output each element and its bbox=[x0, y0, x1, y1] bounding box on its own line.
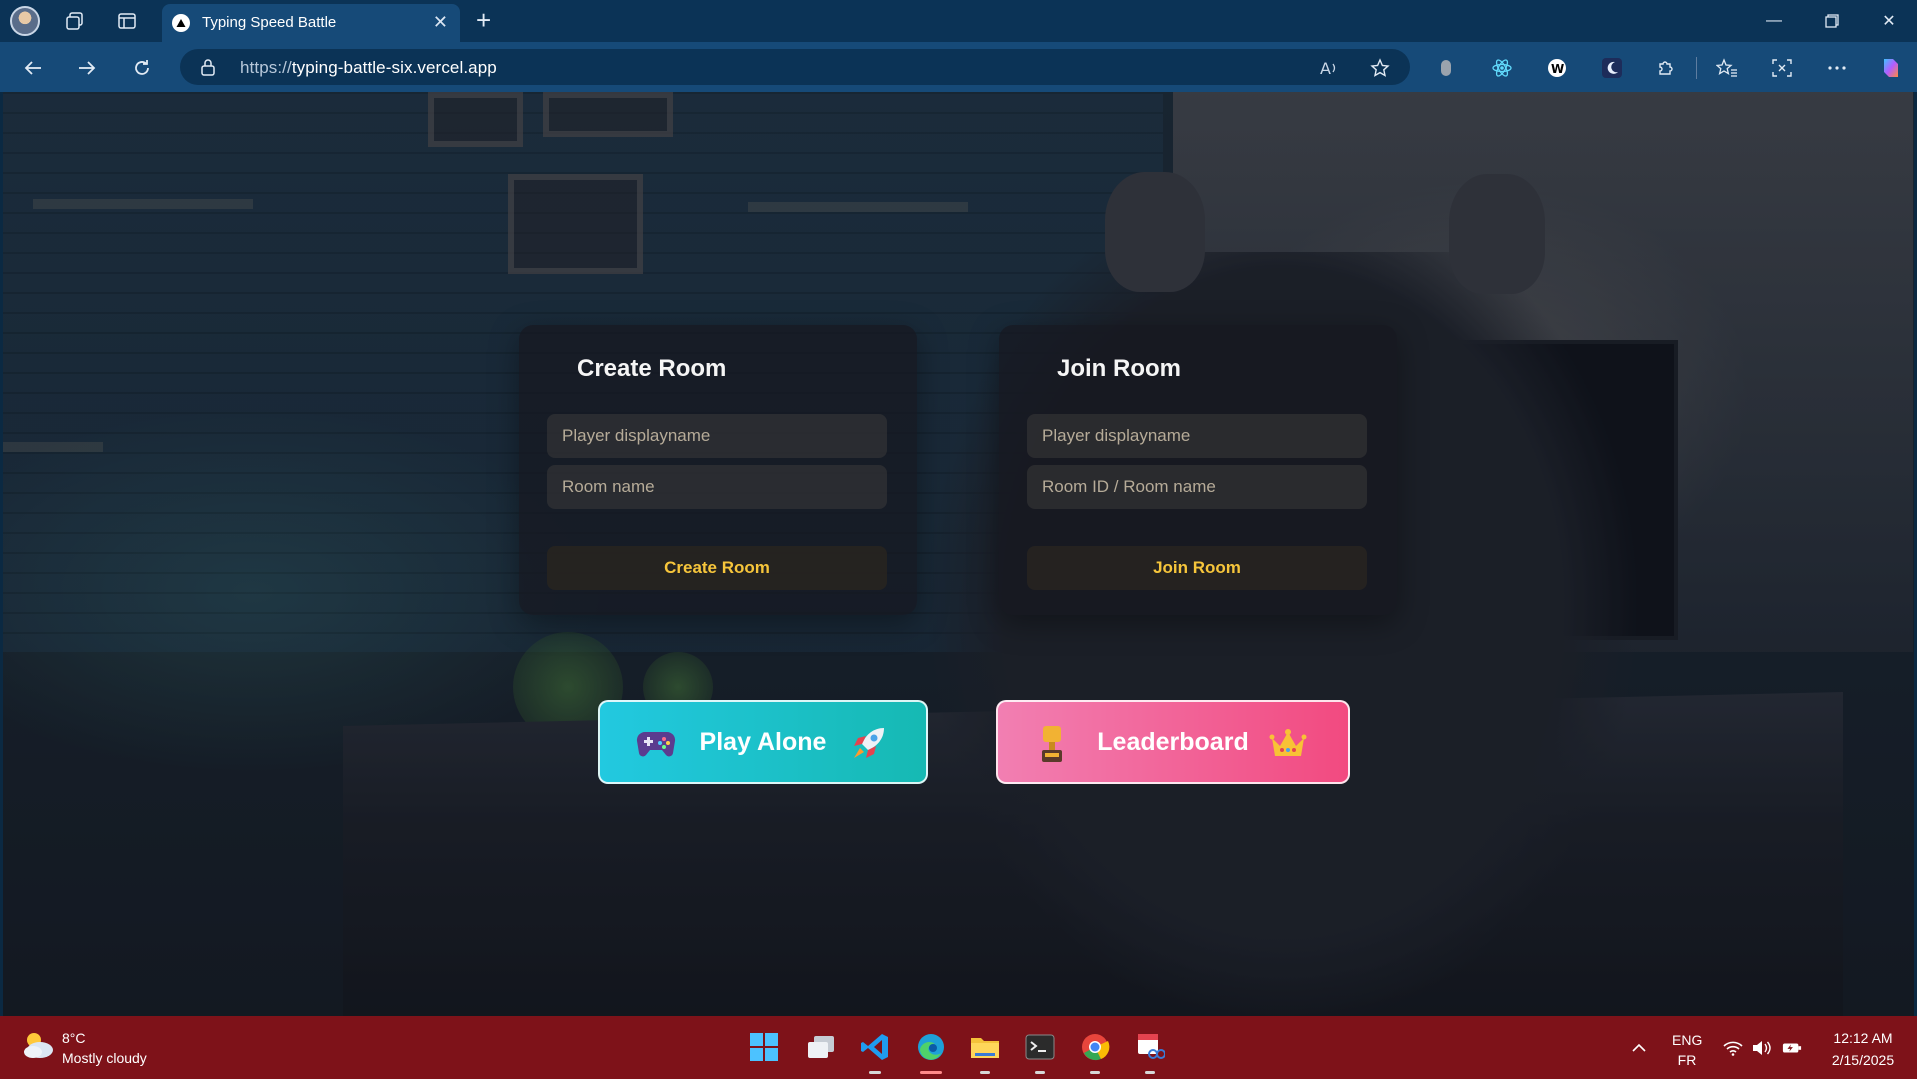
back-icon[interactable] bbox=[17, 52, 49, 84]
join-room-card: Join Room Join Room bbox=[999, 325, 1397, 615]
show-hidden-icons-chevron-up-icon[interactable] bbox=[1629, 1038, 1649, 1058]
chrome-running-indicator bbox=[1090, 1071, 1100, 1074]
play-alone-label: Play Alone bbox=[699, 727, 827, 756]
background-dim-overlay bbox=[3, 92, 1914, 1016]
close-window-icon[interactable]: ✕ bbox=[1869, 6, 1909, 36]
vercel-favicon-icon bbox=[172, 14, 190, 32]
page-viewport: Create Room Create Room Join Room Join R… bbox=[3, 92, 1914, 1016]
volume-icon[interactable] bbox=[1752, 1038, 1772, 1058]
create-display-name-input[interactable] bbox=[547, 414, 887, 458]
browser-tab-bar: Typing Speed Battle ✕ + — ✕ bbox=[0, 0, 1917, 42]
task-view-icon[interactable] bbox=[804, 1030, 838, 1064]
language-secondary[interactable]: FR bbox=[1672, 1052, 1702, 1068]
dark-mode-extension-icon[interactable] bbox=[1598, 54, 1626, 82]
create-room-button[interactable]: Create Room bbox=[547, 546, 887, 590]
tab-title: Typing Speed Battle bbox=[202, 14, 337, 31]
windows-taskbar: 8°C Mostly cloudy ENG FR 12:12 AM 2/15/2… bbox=[0, 1016, 1917, 1079]
file-explorer-icon[interactable] bbox=[968, 1030, 1002, 1064]
tab-typing-speed-battle[interactable]: Typing Speed Battle ✕ bbox=[162, 4, 460, 42]
create-room-title: Create Room bbox=[577, 355, 727, 382]
vscode-icon[interactable] bbox=[858, 1030, 892, 1064]
join-display-name-input[interactable] bbox=[1027, 414, 1367, 458]
terminal-running-indicator bbox=[1035, 1071, 1045, 1074]
join-room-id-input[interactable] bbox=[1027, 465, 1367, 509]
snipping-running-indicator bbox=[1145, 1071, 1155, 1074]
tab-close-icon[interactable]: ✕ bbox=[433, 12, 448, 33]
wifi-icon[interactable] bbox=[1723, 1038, 1743, 1058]
minimize-icon[interactable]: — bbox=[1754, 6, 1794, 36]
create-room-card: Create Room Create Room bbox=[519, 325, 917, 615]
join-room-title: Join Room bbox=[1057, 355, 1181, 382]
wappalyzer-icon[interactable]: W bbox=[1543, 54, 1571, 82]
edge-active-indicator bbox=[920, 1071, 942, 1074]
weather-temperature[interactable]: 8°C bbox=[62, 1030, 86, 1046]
windows-start-icon[interactable] bbox=[747, 1030, 781, 1064]
new-tab-icon[interactable]: + bbox=[476, 5, 491, 36]
forward-icon[interactable] bbox=[71, 52, 103, 84]
read-aloud-icon[interactable]: A bbox=[1318, 56, 1342, 80]
terminal-icon[interactable] bbox=[1023, 1030, 1057, 1064]
rocket-icon bbox=[846, 722, 890, 766]
language-primary[interactable]: ENG bbox=[1672, 1032, 1702, 1048]
weather-description[interactable]: Mostly cloudy bbox=[62, 1050, 147, 1066]
workspaces-icon[interactable] bbox=[61, 7, 89, 35]
battery-charging-icon[interactable] bbox=[1782, 1038, 1802, 1058]
clock-date[interactable]: 2/15/2025 bbox=[1818, 1052, 1908, 1068]
weather-cloudy-icon[interactable] bbox=[20, 1028, 56, 1064]
snipping-tool-icon[interactable] bbox=[1133, 1030, 1167, 1064]
profile-avatar[interactable] bbox=[10, 6, 40, 36]
browser-toolbar: https://typing-battle-six.vercel.app A W bbox=[0, 42, 1917, 92]
refresh-icon[interactable] bbox=[126, 52, 158, 84]
edge-icon[interactable] bbox=[914, 1030, 948, 1064]
create-room-name-input[interactable] bbox=[547, 465, 887, 509]
lock-icon[interactable] bbox=[200, 58, 216, 81]
favorites-icon[interactable] bbox=[1713, 54, 1741, 82]
toolbar-divider bbox=[1696, 57, 1697, 79]
favorite-star-icon[interactable] bbox=[1368, 56, 1392, 80]
trophy-icon bbox=[1030, 722, 1074, 766]
copilot-icon[interactable] bbox=[1877, 54, 1905, 82]
vscode-running-indicator bbox=[869, 1071, 881, 1074]
leaderboard-button[interactable]: Leaderboard bbox=[996, 700, 1350, 784]
gamepad-icon bbox=[634, 722, 678, 766]
extension-mouse-icon[interactable] bbox=[1432, 54, 1460, 82]
svg-text:A: A bbox=[1320, 59, 1331, 77]
crown-icon bbox=[1266, 722, 1310, 766]
more-menu-icon[interactable] bbox=[1823, 54, 1851, 82]
svg-text:W: W bbox=[1551, 62, 1564, 76]
react-devtools-icon[interactable] bbox=[1488, 54, 1516, 82]
explorer-running-indicator bbox=[980, 1071, 990, 1074]
join-room-button[interactable]: Join Room bbox=[1027, 546, 1367, 590]
clock-time[interactable]: 12:12 AM bbox=[1818, 1030, 1908, 1046]
chrome-icon[interactable] bbox=[1078, 1030, 1112, 1064]
extensions-puzzle-icon[interactable] bbox=[1652, 54, 1680, 82]
leaderboard-label: Leaderboard bbox=[1097, 727, 1249, 756]
screenshot-icon[interactable] bbox=[1768, 54, 1796, 82]
restore-icon[interactable] bbox=[1812, 6, 1852, 36]
play-alone-button[interactable]: Play Alone bbox=[598, 700, 928, 784]
address-bar[interactable]: https://typing-battle-six.vercel.app A bbox=[180, 49, 1410, 85]
url-text[interactable]: https://typing-battle-six.vercel.app bbox=[240, 58, 497, 78]
vertical-tabs-icon[interactable] bbox=[113, 7, 141, 35]
